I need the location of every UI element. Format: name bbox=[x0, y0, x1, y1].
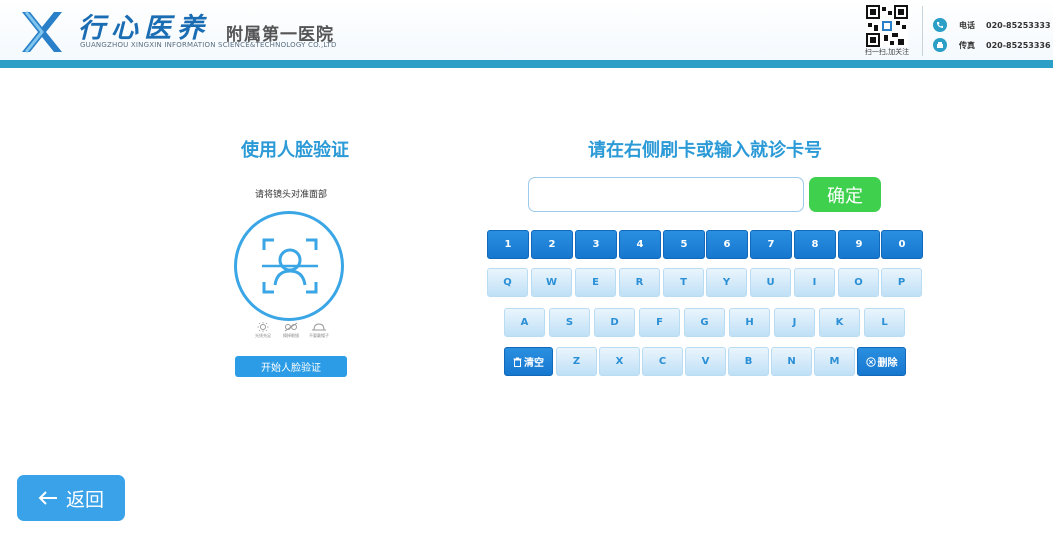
delete-button[interactable]: 删除 bbox=[857, 347, 906, 376]
key-f[interactable]: F bbox=[639, 308, 680, 337]
no-hat-icon bbox=[312, 323, 326, 331]
confirm-button[interactable]: 确定 bbox=[809, 177, 881, 212]
key-u[interactable]: U bbox=[750, 268, 791, 297]
key-b[interactable]: B bbox=[728, 347, 769, 376]
key-s[interactable]: S bbox=[549, 308, 590, 337]
light-icon bbox=[257, 322, 269, 332]
key-3[interactable]: 3 bbox=[575, 230, 617, 259]
key-1[interactable]: 1 bbox=[487, 230, 529, 259]
face-title: 使用人脸验证 bbox=[241, 140, 349, 161]
key-x[interactable]: X bbox=[599, 347, 640, 376]
key-2[interactable]: 2 bbox=[531, 230, 573, 259]
key-w[interactable]: W bbox=[531, 268, 572, 297]
qr-code-icon bbox=[866, 5, 908, 47]
key-5[interactable]: 5 bbox=[663, 230, 705, 259]
qr-caption: 扫一扫,加关注 bbox=[864, 48, 910, 56]
key-j[interactable]: J bbox=[774, 308, 815, 337]
key-c[interactable]: C bbox=[642, 347, 683, 376]
header-accent-bar bbox=[0, 60, 1053, 68]
tip-no-hat: 不要戴帽子 bbox=[304, 322, 334, 339]
tip-light: 光线充足 bbox=[248, 322, 278, 339]
key-v[interactable]: V bbox=[685, 347, 726, 376]
key-6[interactable]: 6 bbox=[706, 230, 748, 259]
key-8[interactable]: 8 bbox=[794, 230, 836, 259]
contact-phone: 电话 020-85253333 bbox=[933, 17, 1051, 33]
tip-light-label: 光线充足 bbox=[255, 333, 271, 338]
header: 行心医养 附属第一医院 GUANGZHOU XINGXIN INFORMATIO… bbox=[0, 0, 1053, 60]
header-divider bbox=[922, 6, 923, 56]
no-glasses-icon bbox=[284, 322, 298, 332]
face-camera-area bbox=[234, 211, 344, 321]
tip-no-glasses-label: 摘掉眼镜 bbox=[283, 333, 299, 338]
key-t[interactable]: T bbox=[663, 268, 704, 297]
key-4[interactable]: 4 bbox=[619, 230, 661, 259]
key-9[interactable]: 9 bbox=[838, 230, 880, 259]
back-button-label: 返回 bbox=[65, 488, 104, 511]
key-k[interactable]: K bbox=[819, 308, 860, 337]
hospital-logo-icon bbox=[22, 11, 62, 53]
arrow-left-icon bbox=[38, 491, 57, 505]
key-p[interactable]: P bbox=[881, 268, 922, 297]
tip-no-glasses: 摘掉眼镜 bbox=[276, 322, 306, 339]
tip-no-hat-label: 不要戴帽子 bbox=[309, 333, 329, 338]
key-e[interactable]: E bbox=[575, 268, 616, 297]
key-h[interactable]: H bbox=[729, 308, 770, 337]
key-r[interactable]: R bbox=[619, 268, 660, 297]
key-n[interactable]: N bbox=[771, 347, 812, 376]
delete-button-label: 删除 bbox=[877, 358, 898, 369]
key-q[interactable]: Q bbox=[487, 268, 528, 297]
contact-fax-label: 传真 bbox=[959, 40, 975, 50]
contact-fax: 传真 020-85253336 bbox=[933, 37, 1051, 53]
key-g[interactable]: G bbox=[684, 308, 725, 337]
start-face-verify-button[interactable]: 开始人脸验证 bbox=[235, 356, 347, 377]
fax-icon bbox=[933, 38, 947, 52]
contact-phone-value: 020-85253333 bbox=[986, 20, 1051, 30]
key-d[interactable]: D bbox=[594, 308, 635, 337]
brand-english-name: GUANGZHOU XINGXIN INFORMATION SCIENCE&TE… bbox=[80, 41, 337, 49]
phone-icon bbox=[933, 18, 947, 32]
contact-phone-label: 电话 bbox=[959, 20, 975, 30]
key-a[interactable]: A bbox=[504, 308, 545, 337]
key-o[interactable]: O bbox=[838, 268, 879, 297]
key-i[interactable]: I bbox=[794, 268, 835, 297]
key-z[interactable]: Z bbox=[556, 347, 597, 376]
trash-icon bbox=[513, 357, 522, 367]
delete-circle-icon bbox=[865, 356, 876, 367]
key-y[interactable]: Y bbox=[706, 268, 747, 297]
clear-button-label: 清空 bbox=[524, 358, 544, 369]
key-m[interactable]: M bbox=[814, 347, 855, 376]
key-0[interactable]: 0 bbox=[881, 230, 923, 259]
key-7[interactable]: 7 bbox=[750, 230, 792, 259]
key-l[interactable]: L bbox=[864, 308, 905, 337]
back-button[interactable]: 返回 bbox=[17, 475, 125, 521]
face-scan-icon bbox=[262, 238, 318, 294]
card-number-input[interactable] bbox=[528, 177, 804, 212]
contact-fax-value: 020-85253336 bbox=[986, 40, 1051, 50]
face-hint: 请将镜头对准面部 bbox=[254, 190, 327, 200]
card-title: 请在右侧刷卡或输入就诊卡号 bbox=[588, 140, 822, 161]
clear-button[interactable]: 清空 bbox=[504, 347, 553, 376]
brand-name: 行心医养 bbox=[78, 13, 210, 44]
